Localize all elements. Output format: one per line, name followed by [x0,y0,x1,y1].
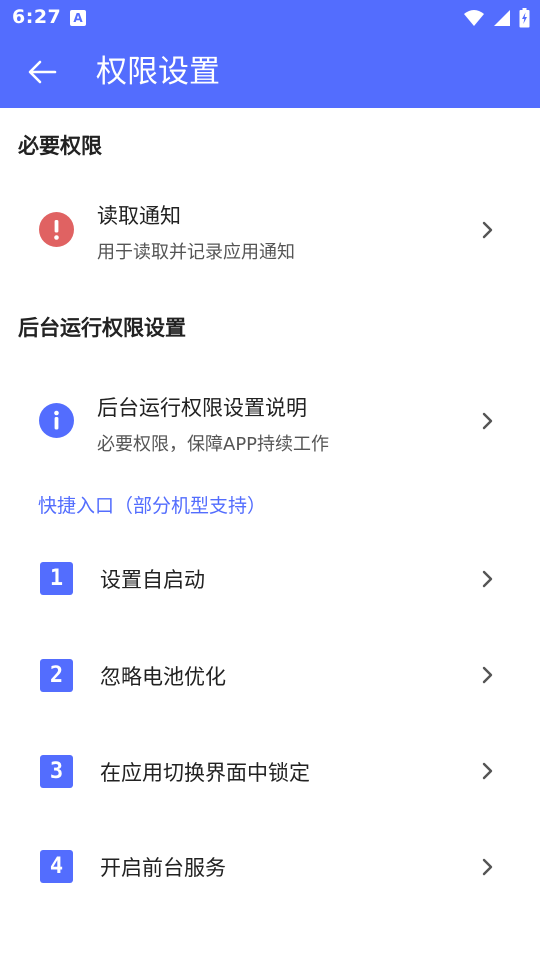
battery-icon [519,8,530,28]
list-item-autostart[interactable]: 1 设置自启动 [0,531,540,627]
status-time: 6:27 [12,6,62,28]
wifi-icon [464,10,484,26]
item-subtitle: 必要权限，保障APP持续工作 [97,434,330,455]
section-header-background: 后台运行权限设置 [18,316,186,340]
item-title: 后台运行权限设置说明 [97,396,307,420]
chevron-right-icon [482,666,493,684]
list-item-lock-in-recents[interactable]: 3 在应用切换界面中锁定 [0,723,540,819]
status-icons [463,7,530,29]
number-badge-icon: 4 [40,850,73,883]
item-title: 读取通知 [97,204,181,228]
list-item-read-notification[interactable]: 读取通知 用于读取并记录应用通知 [0,180,540,280]
app-bar: 6:27 A 权限设置 [0,0,540,108]
number-badge-icon: 2 [40,659,73,692]
section-header-shortcuts: 快捷入口（部分机型支持） [38,495,267,517]
chevron-right-icon [482,762,493,780]
info-icon [39,403,74,438]
signal-icon [494,10,510,26]
page-title: 权限设置 [96,54,220,90]
item-label: 设置自启动 [100,568,205,592]
chevron-right-icon [482,570,493,588]
arrow-back-icon [28,60,57,84]
back-button[interactable] [22,52,62,92]
number-badge-icon: 3 [40,755,73,788]
status-bar: 6:27 A [0,0,540,36]
item-label: 忽略电池优化 [100,665,226,689]
chevron-right-icon [482,221,493,239]
list-item-foreground-service[interactable]: 4 开启前台服务 [0,819,540,915]
list-item-battery-optimization[interactable]: 2 忽略电池优化 [0,627,540,723]
chevron-right-icon [482,412,493,430]
error-icon [39,212,74,247]
item-label: 开启前台服务 [100,856,226,880]
chevron-right-icon [482,858,493,876]
number-badge-icon: 1 [40,562,73,595]
item-label: 在应用切换界面中锁定 [100,761,310,785]
list-item-background-explanation[interactable]: 后台运行权限设置说明 必要权限，保障APP持续工作 [0,372,540,472]
section-header-required: 必要权限 [18,134,102,158]
item-subtitle: 用于读取并记录应用通知 [97,242,295,263]
notification-icon: A [70,10,86,26]
